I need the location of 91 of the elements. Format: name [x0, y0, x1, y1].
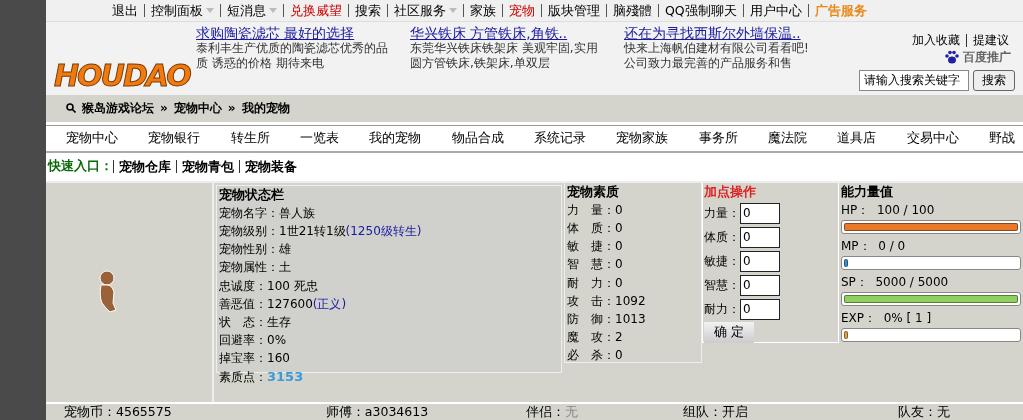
breadcrumb-link[interactable]: 我的宠物: [241, 99, 290, 118]
meter-reading: SP： 5000 / 5000: [841, 275, 949, 290]
nav-tab[interactable]: 转生所: [230, 128, 270, 148]
menu-link[interactable]: 版块管理: [548, 3, 600, 17]
status-text: 宠物属性：土: [219, 260, 291, 275]
menu-link[interactable]: 脑殘體: [613, 3, 652, 17]
nav-tab[interactable]: 交易中心: [906, 128, 959, 148]
stat-text: 敏 捷：0: [567, 239, 623, 254]
menu-link[interactable]: 社区服务: [394, 3, 446, 17]
breadcrumb-separator: »: [160, 100, 168, 118]
status-text: 忠诚度：100 死忠: [219, 278, 318, 293]
search-icon: [66, 103, 76, 114]
menu-link[interactable]: 控制面板: [151, 3, 203, 17]
menu-link[interactable]: 家族: [470, 3, 496, 17]
stat-text: 必 杀：0: [567, 348, 623, 363]
input-field[interactable]: 0: [740, 226, 780, 248]
ad-title-link[interactable]: 还在为寻找西斯尔外墙保温..: [624, 25, 820, 41]
menu-link[interactable]: 用户中心: [749, 3, 802, 17]
ad-text: 东莞华兴铁床铁架床 美观牢固,实用圆方管铁床,铁架床,单双层: [410, 40, 599, 71]
menu-link[interactable]: 宠物: [509, 3, 535, 17]
status-text: 回避率：0%: [219, 333, 287, 348]
paw-icon: [944, 49, 960, 64]
footer-text: 队友：无: [896, 402, 951, 420]
header-link[interactable]: 提建议: [966, 33, 1015, 47]
input-field[interactable]: 0: [740, 274, 780, 296]
meter-reading: MP： 0 / 0: [841, 239, 906, 254]
footer-text: 伴侣：无: [524, 402, 579, 420]
ad-title-link[interactable]: 求购陶瓷滤芯 最好的选择: [196, 25, 392, 41]
confirm-button[interactable]: 确 定: [704, 322, 754, 344]
nav-tab[interactable]: 物品合成: [451, 128, 504, 148]
quick-entry-link[interactable]: 宠物装备: [239, 160, 302, 174]
stat-text: 力 量：0: [567, 202, 623, 217]
breadcrumb-link[interactable]: 猴岛游戏论坛: [82, 99, 154, 118]
footer-text: 组队：开启: [682, 402, 750, 420]
ad-title-link[interactable]: 华兴铁床 方管铁床,角铁..: [410, 25, 606, 41]
header-link[interactable]: 加入收藏: [906, 33, 966, 47]
status-text: 状 态：生存: [219, 315, 291, 329]
breadcrumb-separator: »: [227, 100, 236, 118]
panel-title: 宠物状态栏: [219, 185, 285, 204]
meter-reading: HP： 100 / 100: [841, 203, 935, 218]
nav-tab[interactable]: 系统记录: [533, 128, 586, 148]
menu-link[interactable]: 短消息: [227, 3, 266, 17]
field-label: 体质：: [704, 229, 740, 247]
field-label: 耐力：: [704, 301, 740, 319]
status-text: 宠物性别：雄: [219, 242, 291, 257]
stat-text: 攻 击：1092: [567, 293, 646, 308]
pet-figure-drawing: [96, 270, 120, 315]
quick-entry-link[interactable]: 宠物青包: [176, 160, 239, 174]
input-field[interactable]: 0: [740, 202, 780, 224]
nav-tab[interactable]: 事务所: [698, 128, 738, 148]
stat-text: 魔 攻：2: [567, 330, 623, 345]
status-text: 宠物级别：1世21转1级(1250级转生): [219, 224, 422, 238]
ad-provider-label: 百度推广: [963, 48, 1011, 66]
status-text: 素质点：3153: [219, 369, 304, 384]
menu-link[interactable]: 搜索: [355, 3, 381, 17]
quick-entry-label: 快速入口：: [48, 157, 113, 176]
status-text: 掉宝率：160: [219, 351, 290, 366]
nav-tab[interactable]: 宠物家族: [616, 128, 669, 148]
status-text: 宠物名字：兽人族: [219, 205, 315, 220]
ad-text: 快来上海帆伯建材有限公司看看吧!公司致力最完善的产品服务和售: [624, 40, 810, 71]
nav-tab[interactable]: 道具店: [837, 128, 877, 148]
status-text: 善恶值：127600(正义): [219, 296, 347, 311]
input-field[interactable]: 0: [740, 250, 780, 272]
field-label: 智慧：: [704, 277, 740, 295]
nav-tab[interactable]: 宠物银行: [148, 128, 201, 148]
nav-tab[interactable]: 野战: [988, 128, 1015, 148]
input-field[interactable]: 0: [740, 298, 780, 320]
stat-text: 智 慧：0: [567, 257, 623, 272]
panel-title: 能力量值: [841, 182, 894, 201]
quick-entry-link[interactable]: 宠物仓库: [113, 160, 176, 174]
field-label: 力量：: [704, 205, 740, 223]
panel-title: 宠物素质: [567, 182, 620, 201]
nav-tab[interactable]: 一览表: [300, 128, 339, 148]
nav-tab[interactable]: 我的宠物: [369, 128, 422, 148]
menu-link[interactable]: 兑换威望: [290, 3, 342, 17]
stat-text: 耐 力：0: [567, 275, 623, 290]
stat-text: 体 质：0: [567, 221, 623, 235]
nav-tab[interactable]: 宠物中心: [66, 128, 118, 148]
panel-title: 加点操作: [704, 182, 757, 201]
ad-text: 泰利丰生产优质的陶瓷滤芯优秀的品质 诱惑的价格 期待来电: [196, 40, 389, 71]
footer-text: 宠物币：4565575: [63, 402, 173, 420]
breadcrumb-link[interactable]: 宠物中心: [173, 99, 222, 118]
menu-link[interactable]: QQ强制聊天: [665, 3, 737, 17]
nav-tab[interactable]: 魔法院: [767, 128, 807, 148]
stat-text: 防 御：1013: [567, 312, 646, 326]
menu-link[interactable]: 退出: [112, 3, 138, 17]
search-button[interactable]: 搜索: [973, 69, 1015, 91]
field-label: 敏捷：: [704, 253, 740, 271]
footer-text: 师傅：a3034613: [324, 402, 430, 420]
search-field[interactable]: 请输入搜索关键字: [859, 69, 969, 91]
meter-reading: EXP： 0% [ 1 ]: [841, 311, 932, 326]
